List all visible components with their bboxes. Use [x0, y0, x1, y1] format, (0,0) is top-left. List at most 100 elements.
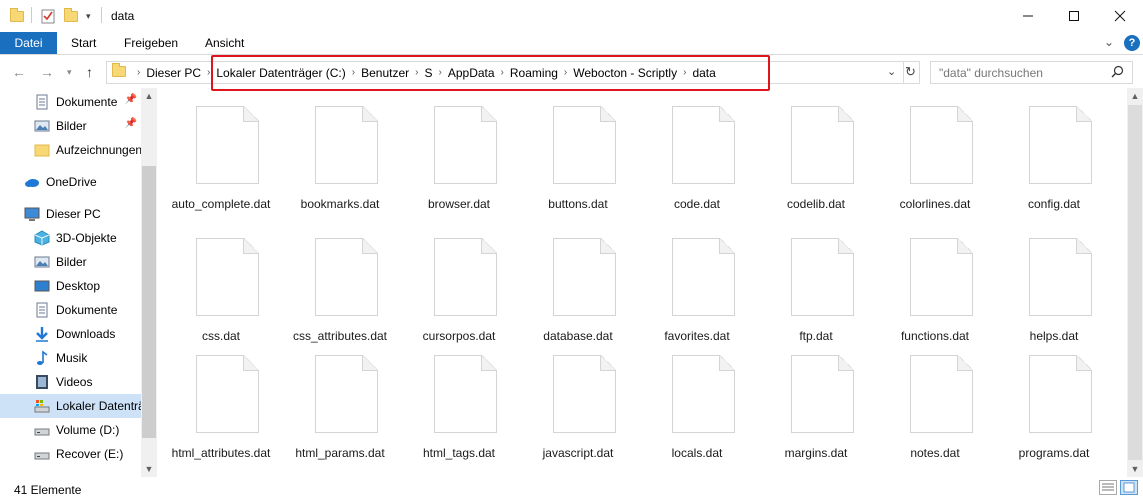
file-item[interactable]: javascript.dat: [514, 339, 634, 460]
sidebar-item-downloads[interactable]: Downloads: [0, 322, 141, 346]
tab-start[interactable]: Start: [59, 32, 108, 54]
breadcrumb-item[interactable]: data: [692, 66, 715, 80]
maximize-icon[interactable]: [1051, 0, 1097, 32]
scroll-up-icon[interactable]: ▲: [1127, 88, 1143, 104]
file-item[interactable]: css.dat: [157, 222, 277, 343]
breadcrumb-item[interactable]: S: [424, 66, 432, 80]
file-item[interactable]: html_attributes.dat: [157, 339, 277, 460]
chevron-right-icon[interactable]: ›: [439, 67, 442, 78]
recent-locations-icon[interactable]: ▾: [67, 67, 72, 78]
file-item[interactable]: ftp.dat: [752, 222, 872, 343]
up-icon[interactable]: ↑: [86, 64, 93, 80]
file-item[interactable]: locals.dat: [633, 339, 753, 460]
file-item[interactable]: notes.dat: [871, 339, 991, 460]
breadcrumb-item[interactable]: Webocton - Scriptly: [573, 66, 677, 80]
file-item[interactable]: css_attributes.dat: [276, 222, 396, 343]
breadcrumb: › Dieser PC › Lokaler Datenträger (C:) ›…: [107, 62, 716, 83]
chevron-right-icon[interactable]: ›: [352, 67, 355, 78]
properties-icon[interactable]: [40, 7, 56, 25]
search-input[interactable]: [931, 62, 1106, 83]
chevron-right-icon[interactable]: ›: [683, 67, 686, 78]
sidebar-item-3d-objekte[interactable]: 3D-Objekte: [0, 226, 141, 250]
details-view-icon[interactable]: [1099, 480, 1117, 495]
scrollbar-thumb[interactable]: [1128, 105, 1142, 460]
large-icons-view-icon[interactable]: [1120, 480, 1138, 495]
pictures-icon: [34, 254, 50, 270]
file-item[interactable]: html_params.dat: [276, 339, 396, 460]
sidebar-item-lokaler-datentraeger[interactable]: Lokaler Datenträ: [0, 394, 141, 418]
sidebar-item-onedrive[interactable]: OneDrive: [0, 170, 141, 194]
sidebar-item-volume-d[interactable]: Volume (D:): [0, 418, 141, 442]
breadcrumb-item[interactable]: Benutzer: [361, 66, 409, 80]
scroll-down-icon[interactable]: ▼: [141, 461, 157, 477]
tab-share[interactable]: Freigeben: [112, 32, 190, 54]
scroll-down-icon[interactable]: ▼: [1127, 461, 1143, 477]
file-item[interactable]: programs.dat: [990, 339, 1110, 460]
sidebar-item-dokumente-quick[interactable]: Dokumente 📌: [0, 90, 141, 114]
sidebar-item-videos[interactable]: Videos: [0, 370, 141, 394]
file-item[interactable]: code.dat: [633, 90, 753, 211]
file-item[interactable]: codelib.dat: [752, 90, 872, 211]
back-icon[interactable]: ←: [12, 64, 26, 80]
scroll-up-icon[interactable]: ▲: [141, 88, 157, 104]
scrollbar-thumb[interactable]: [142, 166, 156, 438]
sidebar-item-aufzeichnungen[interactable]: Aufzeichnungen: [0, 138, 141, 162]
file-icon: [315, 106, 378, 184]
sidebar-item-musik[interactable]: Musik: [0, 346, 141, 370]
expand-ribbon-icon[interactable]: ⌄: [1104, 35, 1114, 49]
customize-toolbar-icon[interactable]: ▾: [86, 7, 91, 25]
forward-icon[interactable]: →: [40, 64, 54, 80]
file-item[interactable]: config.dat: [990, 90, 1110, 211]
file-item[interactable]: cursorpos.dat: [395, 222, 515, 343]
minimize-icon[interactable]: [1005, 0, 1051, 32]
chevron-right-icon: ›: [137, 67, 141, 78]
help-icon[interactable]: ?: [1124, 35, 1140, 51]
chevron-right-icon[interactable]: ›: [207, 67, 210, 78]
sidebar-item-dieser-pc[interactable]: Dieser PC: [0, 202, 141, 226]
file-item[interactable]: html_tags.dat: [395, 339, 515, 460]
breadcrumb-item[interactable]: Lokaler Datenträger (C:): [216, 66, 345, 80]
file-icon: [1029, 106, 1092, 184]
address-bar[interactable]: › Dieser PC › Lokaler Datenträger (C:) ›…: [106, 61, 920, 84]
file-item[interactable]: margins.dat: [752, 339, 872, 460]
breadcrumb-item[interactable]: Roaming: [510, 66, 558, 80]
file-icon: [910, 106, 973, 184]
address-dropdown-icon[interactable]: ⌄: [887, 65, 896, 78]
refresh-icon[interactable]: ↻: [905, 64, 916, 80]
content-scrollbar[interactable]: ▲ ▼: [1127, 88, 1143, 477]
file-item[interactable]: helps.dat: [990, 222, 1110, 343]
file-item[interactable]: database.dat: [514, 222, 634, 343]
file-item[interactable]: browser.dat: [395, 90, 515, 211]
chevron-right-icon[interactable]: ›: [415, 67, 418, 78]
file-icon: [196, 238, 259, 316]
videos-icon: [34, 374, 50, 390]
file-item[interactable]: colorlines.dat: [871, 90, 991, 211]
file-item[interactable]: functions.dat: [871, 222, 991, 343]
tab-file[interactable]: Datei: [0, 32, 57, 54]
tab-view[interactable]: Ansicht: [193, 32, 256, 54]
new-folder-icon[interactable]: [64, 7, 78, 25]
sidebar-scrollbar[interactable]: ▲ ▼: [141, 88, 157, 477]
chevron-right-icon[interactable]: ›: [564, 67, 567, 78]
sidebar-item-bilder[interactable]: Bilder: [0, 250, 141, 274]
search-icon[interactable]: [1111, 65, 1124, 81]
file-icon: [553, 238, 616, 316]
file-item[interactable]: bookmarks.dat: [276, 90, 396, 211]
3d-objects-icon: [34, 230, 50, 246]
file-item[interactable]: buttons.dat: [514, 90, 634, 211]
file-icon: [672, 106, 735, 184]
file-name: auto_complete.dat: [171, 197, 271, 211]
sidebar-item-dokumente[interactable]: Dokumente: [0, 298, 141, 322]
breadcrumb-item[interactable]: Dieser PC: [146, 66, 201, 80]
file-name: codelib.dat: [786, 197, 846, 211]
file-item[interactable]: favorites.dat: [633, 222, 753, 343]
file-item[interactable]: auto_complete.dat: [157, 90, 277, 211]
sidebar-item-bilder-quick[interactable]: Bilder 📌: [0, 114, 141, 138]
breadcrumb-item[interactable]: AppData: [448, 66, 495, 80]
chevron-right-icon[interactable]: ›: [501, 67, 504, 78]
sidebar-item-desktop[interactable]: Desktop: [0, 274, 141, 298]
file-icon: [910, 238, 973, 316]
search-box[interactable]: [930, 61, 1133, 84]
sidebar-item-recover-e[interactable]: Recover (E:): [0, 442, 141, 466]
close-icon[interactable]: [1097, 0, 1143, 32]
